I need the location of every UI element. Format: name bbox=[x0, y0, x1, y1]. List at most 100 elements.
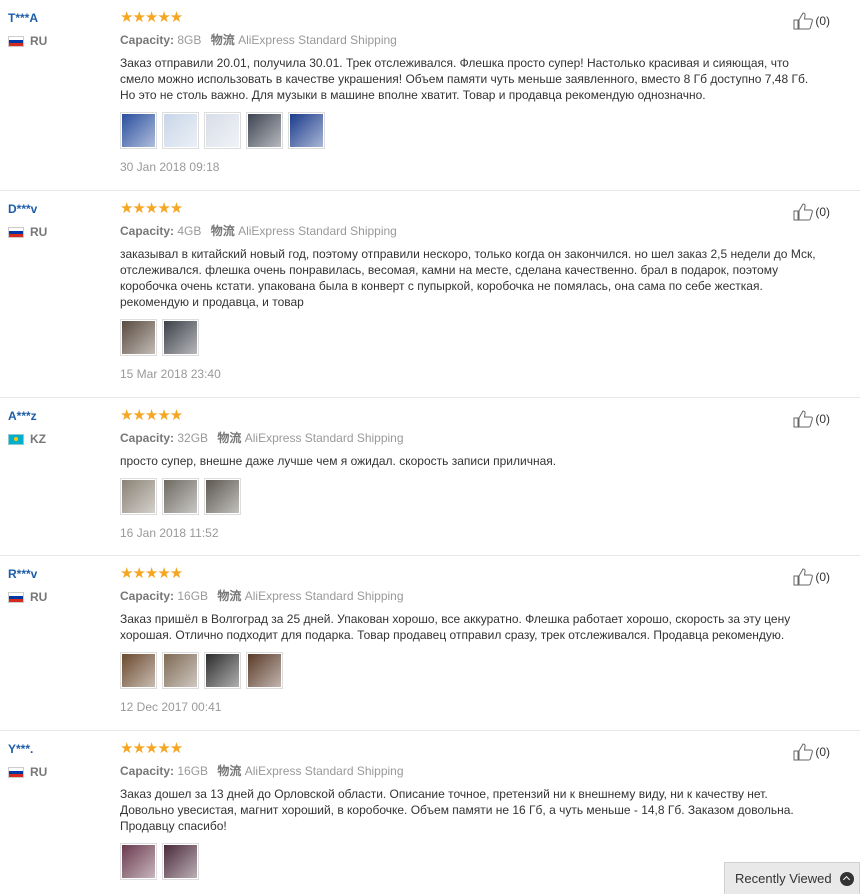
shipping-value: AliExpress Standard Shipping bbox=[244, 431, 404, 445]
capacity-value: 16GB bbox=[177, 764, 209, 778]
capacity-label: Capacity: bbox=[120, 431, 175, 445]
review-item: T***A RU ★★★★★ Capacity: 8GB 物流 AliExpre… bbox=[0, 0, 860, 191]
capacity-label: Capacity: bbox=[120, 224, 175, 238]
review-text: просто супер, внешне даже лучше чем я ож… bbox=[120, 454, 557, 468]
review-text: Заказ пришёл в Волгоград за 25 дней. Упа… bbox=[120, 612, 791, 642]
photo-thumbnail bbox=[122, 654, 155, 687]
flag-icon bbox=[8, 591, 24, 603]
shipping-label: 物流 bbox=[217, 764, 242, 778]
review-photo[interactable] bbox=[204, 112, 241, 149]
review-photo[interactable] bbox=[162, 652, 199, 689]
flag-icon bbox=[8, 766, 24, 778]
review-item: R***v RU ★★★★★ Capacity: 16GB 物流 AliExpr… bbox=[0, 556, 860, 731]
review-photo[interactable] bbox=[162, 843, 199, 880]
helpful-count: (0) bbox=[815, 745, 830, 759]
helpful-count: (0) bbox=[815, 14, 830, 28]
thumbs-up-icon bbox=[793, 568, 814, 586]
shipping-value: AliExpress Standard Shipping bbox=[244, 589, 404, 603]
photo-thumbnail bbox=[248, 114, 281, 147]
review-photo[interactable] bbox=[204, 652, 241, 689]
review-photos bbox=[120, 652, 830, 689]
thumbs-up-icon bbox=[793, 203, 814, 221]
star-rating: ★★★★★ bbox=[120, 9, 183, 26]
reviewer-country: RU bbox=[8, 765, 108, 779]
review-photo[interactable] bbox=[120, 319, 157, 356]
star-rating: ★★★★★ bbox=[120, 407, 183, 424]
star-rating: ★★★★★ bbox=[120, 740, 183, 757]
country-code: RU bbox=[30, 225, 48, 239]
reviewer-name[interactable]: D***v bbox=[8, 201, 108, 217]
reviewer-name[interactable]: T***A bbox=[8, 10, 108, 26]
review-photo[interactable] bbox=[120, 478, 157, 515]
review-text: Заказ дошел за 13 дней до Орловской обла… bbox=[120, 787, 794, 833]
country-code: RU bbox=[30, 765, 48, 779]
review-content: ★★★★★ Capacity: 32GB 物流 AliExpress Stand… bbox=[120, 408, 830, 541]
star-rating: ★★★★★ bbox=[120, 565, 183, 582]
capacity-value: 32GB bbox=[177, 431, 209, 445]
review-content: ★★★★★ Capacity: 16GB 物流 AliExpress Stand… bbox=[120, 741, 830, 880]
capacity-value: 8GB bbox=[177, 33, 202, 47]
reviewer-country: RU bbox=[8, 34, 108, 48]
reviewer-info: Y***. RU bbox=[8, 741, 108, 779]
review-date: 12 Dec 2017 00:41 bbox=[120, 700, 222, 714]
thumbs-up-icon bbox=[793, 743, 814, 761]
photo-thumbnail bbox=[164, 321, 197, 354]
review-photo[interactable] bbox=[162, 478, 199, 515]
reviewer-info: A***z KZ bbox=[8, 408, 108, 446]
shipping-label: 物流 bbox=[210, 33, 235, 47]
recently-viewed-button[interactable]: Recently Viewed bbox=[724, 862, 860, 894]
review-photo[interactable] bbox=[120, 112, 157, 149]
review-item: D***v RU ★★★★★ Capacity: 4GB 物流 AliExpre… bbox=[0, 191, 860, 398]
reviewer-country: RU bbox=[8, 590, 108, 604]
reviewer-name[interactable]: R***v bbox=[8, 566, 108, 582]
reviewer-country: RU bbox=[8, 225, 108, 239]
order-info: Capacity: 16GB 物流 AliExpress Standard Sh… bbox=[120, 588, 830, 604]
photo-thumbnail bbox=[290, 114, 323, 147]
photo-thumbnail bbox=[164, 114, 197, 147]
shipping-value: AliExpress Standard Shipping bbox=[238, 33, 397, 47]
reviewer-name[interactable]: A***z bbox=[8, 408, 108, 424]
helpful-button[interactable]: (0) bbox=[793, 743, 830, 761]
review-photo[interactable] bbox=[120, 652, 157, 689]
review-text: заказывал в китайский новый год, поэтому… bbox=[120, 247, 816, 309]
review-photo[interactable] bbox=[246, 112, 283, 149]
helpful-button[interactable]: (0) bbox=[793, 12, 830, 30]
capacity-label: Capacity: bbox=[120, 764, 175, 778]
photo-thumbnail bbox=[122, 480, 155, 513]
review-content: ★★★★★ Capacity: 8GB 物流 AliExpress Standa… bbox=[120, 10, 830, 175]
helpful-count: (0) bbox=[815, 570, 830, 584]
capacity-label: Capacity: bbox=[120, 33, 175, 47]
review-text: Заказ отправили 20.01, получила 30.01. Т… bbox=[120, 56, 809, 102]
review-photo[interactable] bbox=[162, 112, 199, 149]
star-rating: ★★★★★ bbox=[120, 200, 183, 217]
reviewer-country: KZ bbox=[8, 432, 108, 446]
photo-thumbnail bbox=[122, 321, 155, 354]
chevron-up-icon bbox=[839, 871, 854, 886]
helpful-button[interactable]: (0) bbox=[793, 568, 830, 586]
review-content: ★★★★★ Capacity: 16GB 物流 AliExpress Stand… bbox=[120, 566, 830, 715]
review-photo[interactable] bbox=[288, 112, 325, 149]
reviewer-name[interactable]: Y***. bbox=[8, 741, 108, 757]
photo-thumbnail bbox=[206, 654, 239, 687]
photo-thumbnail bbox=[206, 114, 239, 147]
review-photo[interactable] bbox=[120, 843, 157, 880]
review-photos bbox=[120, 112, 830, 149]
helpful-count: (0) bbox=[815, 412, 830, 426]
helpful-button[interactable]: (0) bbox=[793, 410, 830, 428]
flag-icon bbox=[8, 226, 24, 238]
shipping-label: 物流 bbox=[217, 431, 242, 445]
order-info: Capacity: 32GB 物流 AliExpress Standard Sh… bbox=[120, 430, 830, 446]
review-item: A***z KZ ★★★★★ Capacity: 32GB 物流 AliExpr… bbox=[0, 398, 860, 556]
photo-thumbnail bbox=[164, 480, 197, 513]
review-date: 30 Jan 2018 09:18 bbox=[120, 160, 220, 174]
helpful-button[interactable]: (0) bbox=[793, 203, 830, 221]
review-photo[interactable] bbox=[246, 652, 283, 689]
review-photo[interactable] bbox=[204, 478, 241, 515]
review-photo[interactable] bbox=[162, 319, 199, 356]
recently-viewed-label: Recently Viewed bbox=[735, 871, 832, 886]
country-code: KZ bbox=[30, 432, 46, 446]
flag-icon bbox=[8, 35, 24, 47]
country-code: RU bbox=[30, 34, 48, 48]
review-date: 16 Jan 2018 11:52 bbox=[120, 526, 219, 540]
review-photos bbox=[120, 478, 830, 515]
